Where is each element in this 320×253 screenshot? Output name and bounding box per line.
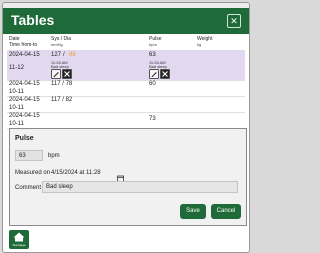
save-button[interactable]: Save [180, 204, 206, 219]
startpage-label: Startpage [12, 243, 26, 247]
row-date: 2024-04-15 [9, 97, 40, 103]
cancel-button[interactable]: Cancel [211, 204, 241, 219]
page-title: Tables [11, 12, 55, 28]
home-icon [13, 232, 25, 242]
table-row[interactable]: 2024-04-15 10-11 73 [7, 112, 245, 129]
row-pulse: 73 [149, 116, 156, 122]
delete-icon[interactable] [160, 69, 170, 79]
row-time: 10-11 [9, 89, 24, 95]
col-sysdia-unit: mmHg [51, 42, 63, 47]
measured-value[interactable]: 4/15/2024 at 11:28 [51, 170, 101, 176]
edit-icon[interactable] [51, 69, 61, 79]
row-date: 2024-04-15 [9, 52, 40, 58]
pulse-unit-label: bpm [48, 153, 60, 159]
col-time: Time from-to [9, 42, 38, 48]
row-pulse: 63 [149, 52, 156, 58]
table-row[interactable]: 2024-04-15 10-11 117 / 82 [7, 96, 245, 113]
measured-label: Measured on [15, 170, 51, 176]
row-sysdia: 117 / 78 [51, 81, 73, 87]
app-window: Tables ✕ Date Sys / Dia Pulse Weight Tim… [2, 2, 250, 253]
row-sys: 127 [51, 52, 62, 58]
edit-panel: Pulse 63 bpm Measured on 4/15/2024 at 11… [9, 128, 247, 226]
row-time: 11-12 [9, 65, 24, 71]
table-subheader: Time from-to mmHg bpm kg [3, 42, 249, 50]
comment-input[interactable]: Bad sleep [42, 181, 238, 193]
panel-heading: Pulse [15, 135, 34, 142]
startpage-button[interactable]: Startpage [9, 230, 29, 249]
row-time: 10-11 [9, 121, 24, 127]
row-sep: / [63, 52, 65, 58]
row-sysdia: 117 / 82 [51, 97, 73, 103]
pulse-value-input[interactable]: 63 [15, 150, 43, 161]
row-time: 10-11 [9, 105, 24, 111]
table-row[interactable]: 2024-04-15 10-11 117 / 78 60 [7, 80, 245, 97]
calendar-icon[interactable] [117, 169, 124, 182]
delete-icon[interactable] [62, 69, 72, 79]
row-date: 2024-04-15 [9, 113, 40, 119]
row-date: 2024-04-15 [9, 81, 40, 87]
edit-icon[interactable] [149, 69, 159, 79]
row-dia: 88 [69, 52, 76, 58]
col-weight-unit: kg [197, 42, 202, 47]
close-icon[interactable]: ✕ [227, 14, 241, 28]
row-pulse: 60 [149, 81, 156, 87]
comment-label: Comment [15, 185, 42, 191]
col-pulse-unit: bpm [149, 42, 157, 47]
app-header: Tables ✕ [3, 8, 249, 34]
table-row[interactable]: 2024-04-15 11-12 127 / 88 11:28 AM Bad s… [7, 50, 245, 81]
